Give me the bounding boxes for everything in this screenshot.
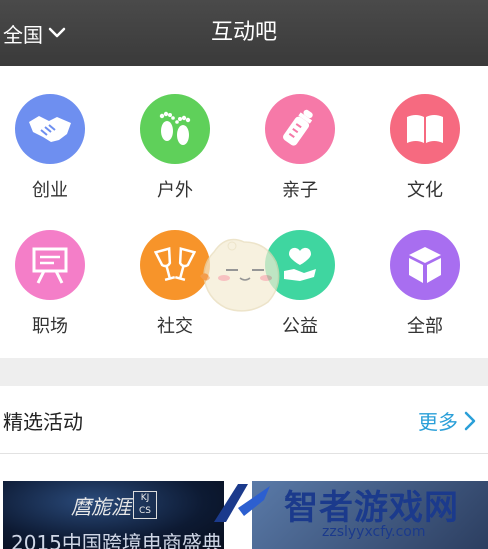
category-zhichang[interactable]: 职场 xyxy=(0,230,100,350)
book-icon xyxy=(390,94,460,164)
category-wenhua[interactable]: 文化 xyxy=(375,94,475,214)
banner-calligraphy: 麿旎涯 xyxy=(71,495,131,519)
footprints-icon xyxy=(140,94,210,164)
category-quanbu[interactable]: 全部 xyxy=(375,230,475,350)
category-qinzi[interactable]: 亲子 xyxy=(250,94,350,214)
activity-banner[interactable]: 麿旎涯 KJ CS 2015中国跨境电商盛典 xyxy=(3,481,224,549)
watermark-name: 智者游戏网 xyxy=(284,488,459,528)
category-label: 亲子 xyxy=(282,180,318,201)
featured-header: 精选活动 更多 xyxy=(0,386,488,454)
featured-title: 精选活动 xyxy=(3,410,83,434)
banner-badge: KJ CS xyxy=(133,491,157,519)
chevron-right-icon xyxy=(464,411,476,430)
presentation-board-icon xyxy=(15,230,85,300)
mascot-icon xyxy=(200,238,280,312)
more-label: 更多 xyxy=(418,410,458,434)
section-divider xyxy=(0,358,488,386)
category-label: 创业 xyxy=(32,180,68,201)
watermark-logo-icon xyxy=(214,484,270,522)
category-label: 全部 xyxy=(407,316,443,337)
category-chuangye[interactable]: 创业 xyxy=(0,94,100,214)
cube-icon xyxy=(390,230,460,300)
category-label: 户外 xyxy=(157,180,193,201)
page-title: 互动吧 xyxy=(210,20,277,45)
top-bar: 全国 互动吧 xyxy=(0,0,488,66)
banner-title: 2015中国跨境电商盛典 xyxy=(11,531,222,549)
more-link[interactable]: 更多 xyxy=(418,406,476,435)
baby-bottle-icon xyxy=(265,94,335,164)
category-label: 文化 xyxy=(407,180,443,201)
handshake-icon xyxy=(15,94,85,164)
watermark-url: zzslyyxcfy.com xyxy=(322,524,426,540)
category-label: 职场 xyxy=(32,316,68,337)
category-huwai[interactable]: 户外 xyxy=(125,94,225,214)
